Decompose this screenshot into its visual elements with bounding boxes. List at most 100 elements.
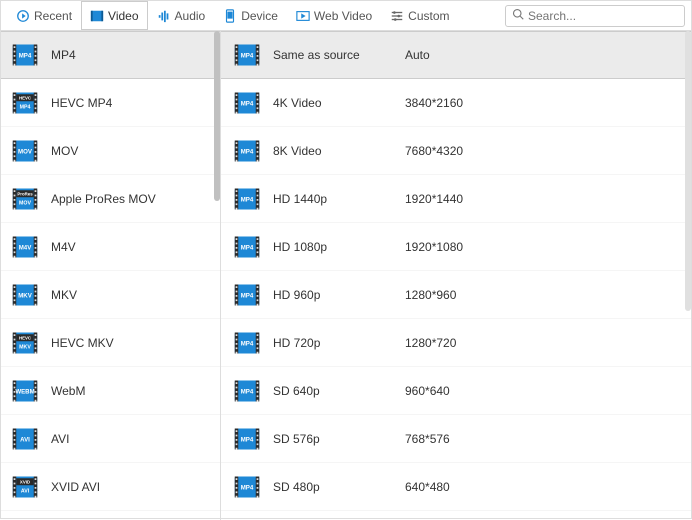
preset-icon: MP4 [233, 377, 261, 405]
preset-item[interactable]: MP4 HD 1440p 1920*1440 [221, 175, 691, 223]
svg-text:MP4: MP4 [20, 104, 31, 110]
format-label: MOV [51, 144, 78, 158]
format-icon: WEBM [11, 377, 39, 405]
preset-name: SD 480p [273, 480, 393, 494]
tab-video[interactable]: Video [81, 1, 147, 30]
format-item[interactable]: HEVCMP4HEVC MP4 [1, 79, 220, 127]
svg-text:HEVC: HEVC [19, 95, 32, 100]
search-box[interactable] [505, 5, 685, 27]
preset-icon: MP4 [233, 425, 261, 453]
format-icon: ProResMOV [11, 185, 39, 213]
top-bar: Recent Video Audio Device Web Video Custom [1, 1, 691, 31]
preset-item[interactable]: MP4HD 1080p1920*1080 [221, 223, 691, 271]
format-item[interactable]: MKV MKV [1, 271, 220, 319]
format-label: MP4 [51, 48, 76, 62]
format-icon: MKV [11, 281, 39, 309]
content: MP4MP4HEVCMP4HEVC MP4MOVMOVProResMOVAppl… [1, 31, 691, 520]
scrollbar-thumb[interactable] [214, 31, 220, 201]
tab-label: Custom [408, 9, 449, 23]
format-icon: HEVC MP4 [11, 89, 39, 117]
preset-icon: MP4 [233, 329, 261, 357]
format-label: Apple ProRes MOV [51, 192, 156, 206]
preset-name: 8K Video [273, 144, 393, 158]
preset-icon: MP4 [233, 473, 261, 501]
format-item[interactable]: XVID AVIXVID AVI [1, 463, 220, 511]
format-label: M4V [51, 240, 76, 254]
preset-name: 4K Video [273, 96, 393, 110]
svg-text:AVI: AVI [20, 436, 30, 443]
tab-custom[interactable]: Custom [381, 1, 458, 30]
preset-name: HD 720p [273, 336, 393, 350]
svg-text:WEBM: WEBM [15, 388, 34, 395]
preset-resolution: 1920*1080 [405, 240, 463, 254]
format-icon: M4V [11, 233, 39, 261]
svg-text:MP4: MP4 [241, 388, 254, 395]
tab-device[interactable]: Device [214, 1, 287, 30]
tab-audio[interactable]: Audio [148, 1, 215, 30]
format-list: MP4MP4HEVCMP4HEVC MP4MOVMOVProResMOVAppl… [1, 31, 221, 520]
format-item[interactable]: M4V M4V [1, 223, 220, 271]
preset-icon: MP4 [233, 233, 261, 261]
svg-text:XVID: XVID [20, 479, 30, 484]
format-item[interactable]: WEBM WebM [1, 367, 220, 415]
svg-text:MP4: MP4 [241, 340, 254, 347]
format-item[interactable]: AVIAVI [1, 415, 220, 463]
format-icon: HEVCMKV [11, 329, 39, 357]
format-label: HEVC MKV [51, 336, 114, 350]
preset-item[interactable]: MP4 4K Video 3840*2160 [221, 79, 691, 127]
svg-text:MKV: MKV [18, 292, 33, 299]
search-icon [512, 8, 528, 23]
svg-text:MKV: MKV [19, 344, 31, 350]
preset-resolution: 960*640 [405, 384, 450, 398]
preset-name: HD 960p [273, 288, 393, 302]
preset-resolution: 1920*1440 [405, 192, 463, 206]
preset-item[interactable]: MP4Same as sourceAuto [221, 31, 691, 79]
format-icon: MOV [11, 137, 39, 165]
format-label: WebM [51, 384, 85, 398]
format-label: MKV [51, 288, 77, 302]
svg-text:MP4: MP4 [241, 100, 254, 107]
custom-icon [390, 9, 404, 23]
preset-item[interactable]: MP4 8K Video 7680*4320 [221, 127, 691, 175]
tab-label: Recent [34, 9, 72, 23]
preset-item[interactable]: MP4 HD 960p 1280*960 [221, 271, 691, 319]
tab-webvideo[interactable]: Web Video [287, 1, 381, 30]
svg-text:MP4: MP4 [241, 148, 254, 155]
tab-label: Web Video [314, 9, 372, 23]
tab-label: Device [241, 9, 278, 23]
webvideo-icon [296, 9, 310, 23]
scrollbar-thumb[interactable] [685, 31, 691, 311]
tab-label: Audio [175, 9, 206, 23]
preset-item[interactable]: MP4SD 576p768*576 [221, 415, 691, 463]
format-label: HEVC MP4 [51, 96, 112, 110]
preset-icon: MP4 [233, 185, 261, 213]
format-item[interactable]: HEVCMKV HEVC MKV [1, 319, 220, 367]
preset-resolution: 7680*4320 [405, 144, 463, 158]
preset-resolution: 3840*2160 [405, 96, 463, 110]
preset-name: SD 640p [273, 384, 393, 398]
preset-resolution: 768*576 [405, 432, 450, 446]
format-item[interactable]: MP4 MP4 [1, 31, 220, 79]
search-input[interactable] [528, 9, 678, 23]
preset-icon: MP4 [233, 41, 261, 69]
preset-item[interactable]: MP4 HD 720p 1280*720 [221, 319, 691, 367]
format-item[interactable]: ProResMOV Apple ProRes MOV [1, 175, 220, 223]
svg-text:AVI: AVI [21, 488, 30, 494]
tab-recent[interactable]: Recent [7, 1, 81, 30]
svg-text:MP4: MP4 [241, 292, 254, 299]
svg-text:MOV: MOV [19, 200, 31, 206]
preset-name: HD 1440p [273, 192, 393, 206]
preset-item[interactable]: MP4 SD 640p 960*640 [221, 367, 691, 415]
preset-icon: MP4 [233, 89, 261, 117]
preset-icon: MP4 [233, 281, 261, 309]
format-icon: XVID AVI [11, 473, 39, 501]
preset-resolution: 1280*720 [405, 336, 456, 350]
preset-list: MP4Same as sourceAutoMP44K Video3840*216… [221, 31, 691, 520]
audio-icon [157, 9, 171, 23]
preset-item[interactable]: MP4 SD 480p 640*480 [221, 463, 691, 511]
preset-resolution: 1280*960 [405, 288, 456, 302]
format-icon: AVI [11, 425, 39, 453]
preset-resolution: 640*480 [405, 480, 450, 494]
format-item[interactable]: MOV MOV [1, 127, 220, 175]
svg-text:MP4: MP4 [19, 53, 32, 60]
